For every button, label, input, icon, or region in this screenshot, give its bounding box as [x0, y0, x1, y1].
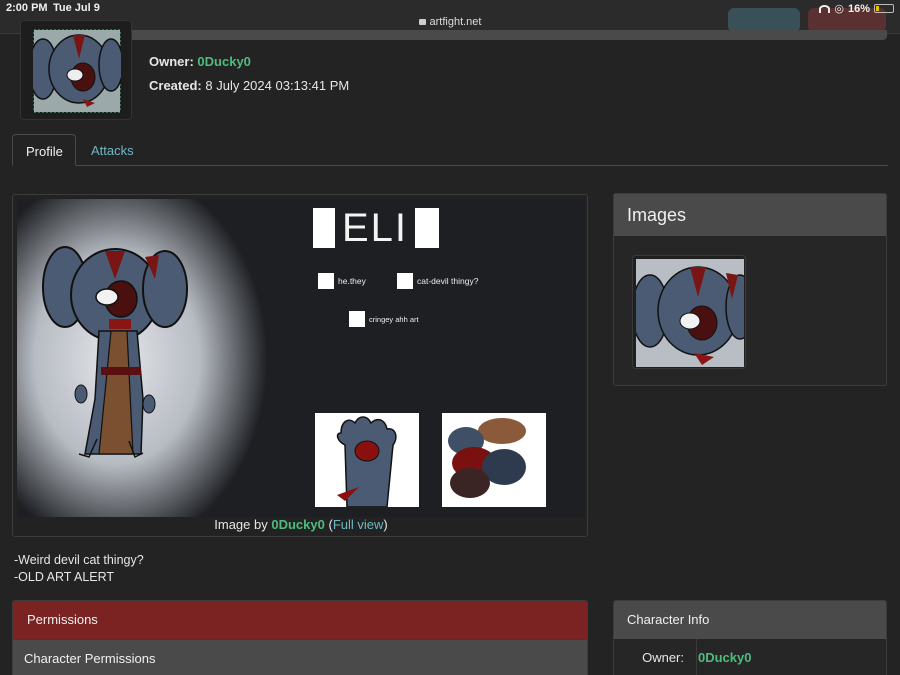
paren-close: ): [383, 517, 388, 532]
owner-link[interactable]: 0Ducky0: [197, 54, 250, 69]
created-date: 8 July 2024 03:13:41 PM: [205, 78, 350, 93]
status-indicators: ◎ 16%: [819, 2, 894, 15]
profile-tabs: Profile Attacks: [12, 134, 888, 166]
tag-pronouns: he.they: [318, 273, 366, 289]
avatar-art: [33, 29, 121, 113]
character-info-title: Character Info: [614, 601, 886, 639]
battery-icon: [874, 4, 894, 13]
tag-pronouns-text: he.they: [338, 276, 366, 286]
info-owner-row: Owner: 0Ducky0: [614, 639, 886, 675]
full-view-link[interactable]: Full view: [333, 517, 384, 532]
status-date: Tue Jul 9: [53, 2, 100, 14]
header-strip: [130, 30, 887, 40]
character-permissions-header: Character Permissions: [13, 639, 587, 675]
wifi-icon: [819, 4, 831, 13]
info-owner-link[interactable]: 0Ducky0: [698, 650, 751, 665]
title-box-right: [415, 208, 440, 248]
caption-artist-link[interactable]: 0Ducky0: [271, 517, 324, 532]
battery-percent: 16%: [847, 2, 870, 15]
caption-prefix: Image by: [214, 517, 268, 532]
tag-box: [318, 273, 334, 289]
address-url: artfight.net: [429, 16, 482, 28]
status-bar: 2:00 PM Tue Jul 9 artfight.net ◎ 16%: [0, 0, 900, 34]
created-line: Created: 8 July 2024 03:13:41 PM: [149, 78, 349, 93]
image-caption: Image by 0Ducky0 (Full view): [13, 517, 589, 532]
description-line: -OLD ART ALERT: [14, 570, 115, 584]
info-divider: [696, 639, 697, 675]
character-info-panel: Character Info Owner: 0Ducky0: [613, 600, 887, 675]
tab-attacks[interactable]: Attacks: [78, 134, 147, 166]
ref-title-text: ELI: [342, 206, 409, 250]
thumbnail-art: [636, 259, 744, 367]
paw-detail: [315, 413, 419, 507]
title-box-left: [313, 208, 335, 248]
image-thumbnail[interactable]: [632, 255, 746, 369]
tag-species: cat-devil thingy?: [397, 273, 478, 289]
battery-level: [876, 6, 879, 11]
address-bar[interactable]: artfight.net: [0, 16, 900, 28]
status-time: 2:00 PM: [6, 2, 48, 14]
created-label: Created:: [149, 78, 202, 93]
tag-art: cringey ahh art: [349, 311, 419, 327]
lock-icon: [418, 19, 426, 25]
ref-title: ELI: [313, 206, 440, 250]
tag-box: [397, 273, 413, 289]
permissions-title: Permissions: [13, 601, 587, 639]
tag-species-text: cat-devil thingy?: [417, 276, 479, 286]
description-line: -Weird devil cat thingy?: [14, 553, 144, 567]
character-description: -Weird devil cat thingy? -OLD ART ALERT: [14, 552, 144, 586]
location-icon: ◎: [834, 3, 844, 15]
character-avatar[interactable]: [20, 20, 132, 120]
permissions-panel: Permissions Character Permissions: [12, 600, 588, 675]
owner-line: Owner: 0Ducky0: [149, 54, 251, 69]
owner-label: Owner:: [149, 54, 194, 69]
tag-art-text: cringey ahh art: [369, 314, 419, 324]
color-palette: [442, 413, 546, 507]
images-panel: Images: [613, 193, 887, 386]
info-owner-label: Owner:: [642, 650, 684, 665]
images-panel-title: Images: [614, 194, 886, 236]
tab-profile[interactable]: Profile: [12, 134, 76, 166]
tag-box: [349, 311, 365, 327]
